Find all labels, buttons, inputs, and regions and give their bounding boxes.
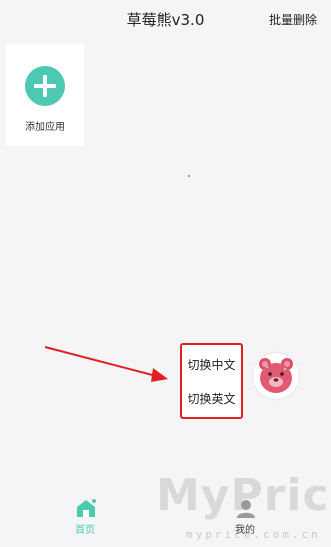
strawberry-bear-avatar[interactable] (253, 353, 299, 399)
tab-home-label: 首页 (75, 525, 95, 536)
tab-home[interactable]: 首页 (45, 490, 125, 540)
switch-english-option[interactable]: 切换英文 (182, 390, 241, 407)
home-icon (77, 499, 96, 517)
annotation-arrow (44, 346, 168, 382)
switch-chinese-option[interactable]: 切换中文 (182, 356, 241, 373)
language-menu: 切换中文 切换英文 (180, 343, 243, 419)
bottom-tabbar: 首页 我的 (0, 490, 331, 547)
user-icon (237, 500, 255, 518)
tab-mine-label: 我的 (235, 525, 255, 536)
tab-mine[interactable]: 我的 (205, 490, 285, 540)
